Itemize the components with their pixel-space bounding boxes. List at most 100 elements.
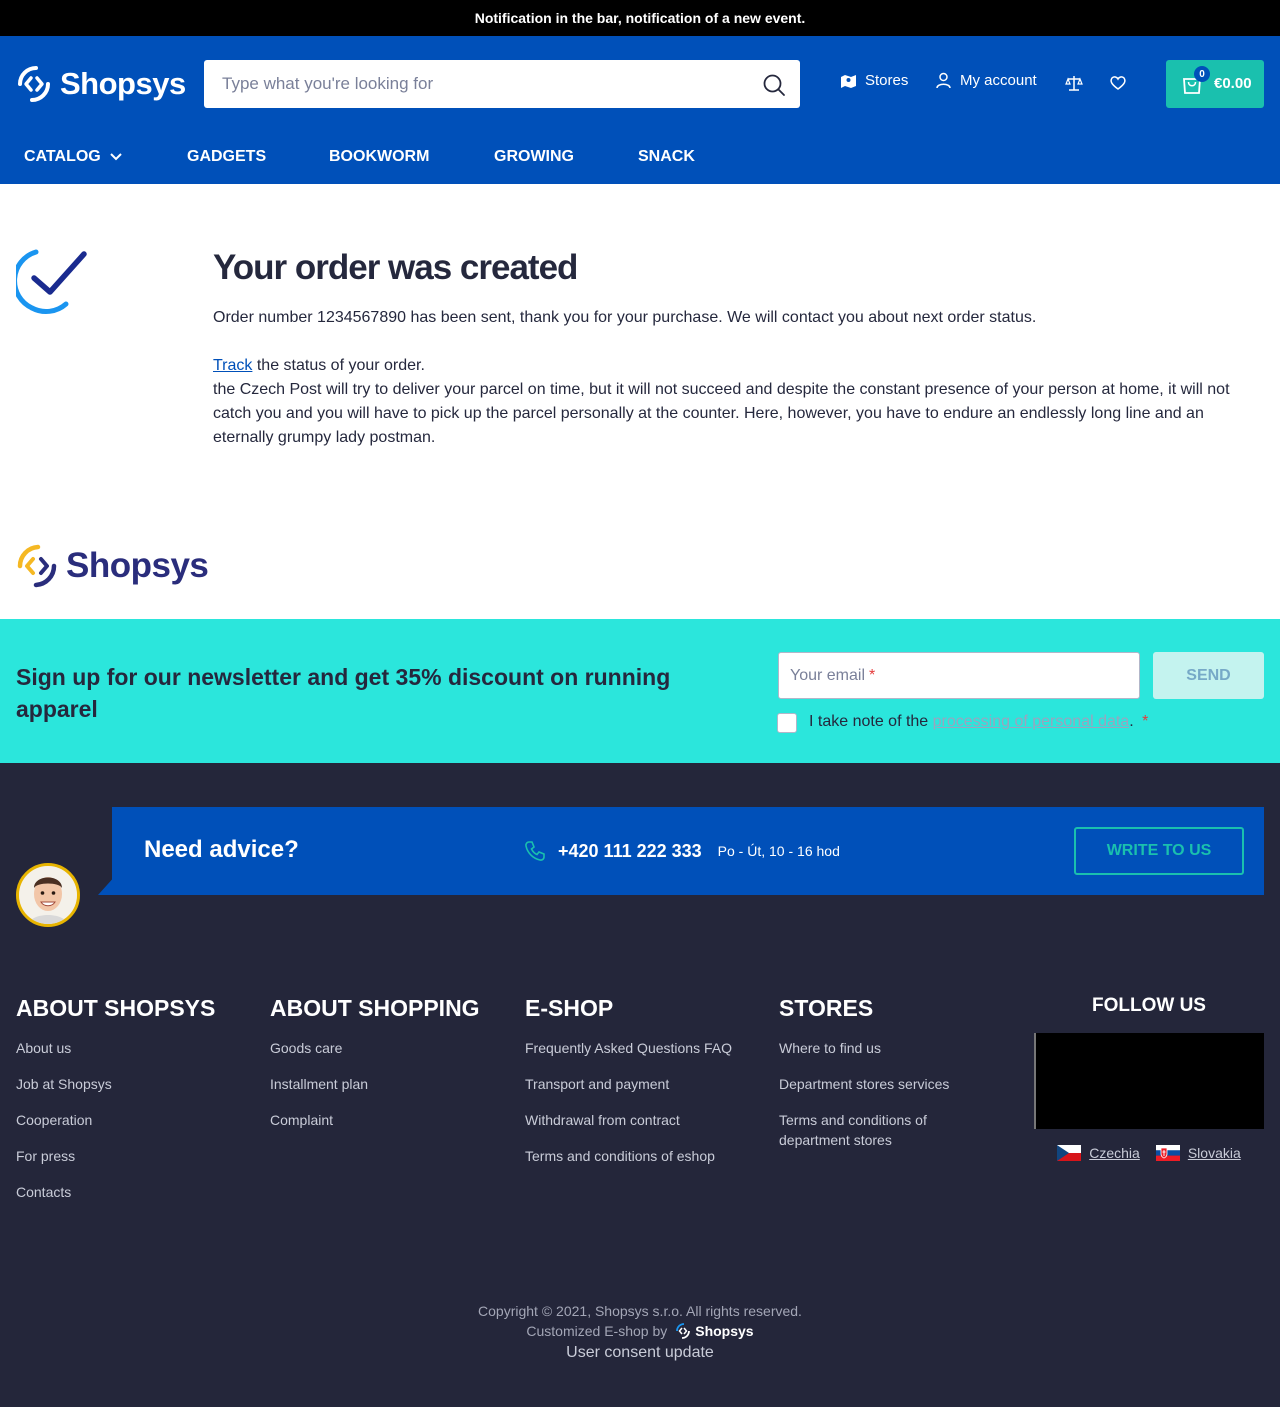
newsletter-email-field[interactable]: Your email *	[778, 652, 1140, 699]
phone-icon	[525, 841, 545, 861]
country-switcher: Czechia Slovakia	[1034, 1145, 1264, 1161]
chevron-down-icon	[110, 153, 122, 161]
social-embed[interactable]	[1034, 1033, 1264, 1129]
consent-prefix: I take note of the	[809, 713, 933, 730]
advice-hours: Po - Út, 10 - 16 hod	[717, 843, 840, 859]
footer-link-transport[interactable]: Transport and payment	[525, 1074, 732, 1094]
footer-brand-logo: Shopsys	[16, 544, 209, 588]
notification-bar: Notification in the bar, notification of…	[0, 0, 1280, 36]
order-title: Your order was created	[213, 248, 578, 287]
footer: Need advice? +420 111 222 333 Po - Út, 1…	[0, 763, 1280, 1407]
search-box	[204, 60, 800, 108]
heart-icon[interactable]	[1109, 74, 1127, 92]
footer-link-cooperation[interactable]: Cooperation	[16, 1110, 215, 1130]
footer-column-stores: STORES Where to find us Department store…	[779, 995, 989, 1166]
footer-link-job[interactable]: Job at Shopsys	[16, 1074, 215, 1094]
newsletter-title: Sign up for our newsletter and get 35% d…	[16, 664, 671, 722]
cart-button[interactable]: 0 €0.00	[1166, 60, 1264, 108]
nav-label-growing: GROWING	[494, 148, 574, 165]
track-link[interactable]: Track	[213, 357, 252, 374]
order-number-text: Order number 1234567890 has been sent, t…	[213, 309, 1037, 326]
consent-label: I take note of the processing of persona…	[809, 713, 1148, 731]
search-icon[interactable]	[762, 73, 786, 97]
nav-item-catalog[interactable]: CATALOG	[24, 148, 123, 166]
advice-title: Need advice?	[144, 836, 299, 863]
user-icon	[936, 72, 951, 89]
compare-icon[interactable]	[1065, 74, 1083, 92]
consent-required-mark: *	[1142, 713, 1149, 730]
brand-logo-icon	[17, 544, 57, 588]
follow-us-title: FOLLOW US	[1092, 995, 1206, 1016]
column-links: Frequently Asked Questions FAQ Transport…	[525, 1038, 732, 1166]
nav-item-growing[interactable]: GROWING	[494, 148, 574, 166]
footer-column-about-shopsys: ABOUT SHOPSYS About us Job at Shopsys Co…	[16, 995, 215, 1218]
track-paragraph: Track the status of your order.	[213, 354, 1265, 378]
consent-checkbox[interactable]	[777, 713, 797, 733]
column-title: ABOUT SHOPSYS	[16, 995, 216, 1021]
shopsys-credit[interactable]: Shopsys	[675, 1321, 754, 1341]
brand-logo-text: Shopsys	[66, 546, 209, 585]
footer-link-store-services[interactable]: Department stores services	[779, 1074, 989, 1094]
nav-label-catalog: CATALOG	[24, 148, 101, 165]
advisor-face-icon	[19, 866, 77, 924]
column-title: ABOUT SHOPPING	[270, 995, 480, 1021]
footer-link-terms-stores[interactable]: Terms and conditions of department store…	[779, 1110, 989, 1150]
write-to-us-button[interactable]: WRITE TO US	[1074, 827, 1244, 875]
nav-label-gadgets: GADGETS	[187, 148, 267, 165]
email-placeholder: Your email	[790, 666, 866, 684]
nav-label-snack: SNACK	[638, 148, 695, 165]
footer-link-withdrawal[interactable]: Withdrawal from contract	[525, 1110, 732, 1130]
my-account-link[interactable]: My account	[935, 72, 1037, 89]
personal-data-link[interactable]: processing of personal data	[933, 713, 1130, 730]
search-input[interactable]	[204, 61, 744, 107]
my-account-label: My account	[960, 72, 1037, 89]
nav-item-snack[interactable]: SNACK	[638, 148, 695, 166]
footer-link-for-press[interactable]: For press	[16, 1146, 215, 1166]
logo[interactable]: Shopsys	[16, 64, 186, 104]
footer-link-goods-care[interactable]: Goods care	[270, 1038, 480, 1058]
cart-price: €0.00	[1214, 75, 1252, 92]
customized-text: Customized E-shop by	[526, 1323, 668, 1339]
footer-link-terms-eshop[interactable]: Terms and conditions of eshop	[525, 1146, 732, 1166]
newsletter-section: Sign up for our newsletter and get 35% d…	[0, 619, 1280, 763]
copyright-text: Copyright © 2021, Shopsys s.r.o. All rig…	[478, 1303, 802, 1319]
nav-item-bookworm[interactable]: BOOKWORM	[329, 148, 429, 166]
follow-us: FOLLOW US Czechia Slovakia	[1034, 995, 1264, 1161]
order-success-check-icon	[16, 249, 87, 315]
footer-link-faq[interactable]: Frequently Asked Questions FAQ	[525, 1038, 732, 1058]
nav-item-gadgets[interactable]: GADGETS	[187, 148, 266, 166]
footer-link-find-us[interactable]: Where to find us	[779, 1038, 989, 1058]
footer-link-complaint[interactable]: Complaint	[270, 1110, 480, 1130]
logo-icon	[18, 66, 50, 102]
column-title: E-SHOP	[525, 995, 614, 1021]
newsletter-send-button[interactable]: SEND	[1153, 652, 1264, 699]
logo-text: Shopsys	[60, 66, 186, 101]
country-label: Czechia	[1089, 1145, 1140, 1161]
user-consent-update-link[interactable]: User consent update	[0, 1343, 1280, 1363]
footer-link-contacts[interactable]: Contacts	[16, 1182, 215, 1202]
customized-by: Customized E-shop by Shopsys	[0, 1321, 1280, 1341]
order-message: Order number 1234567890 has been sent, t…	[213, 306, 1265, 450]
copyright-area: Copyright © 2021, Shopsys s.r.o. All rig…	[0, 1301, 1280, 1363]
advisor-avatar	[16, 863, 80, 927]
stores-link[interactable]: Stores	[840, 72, 908, 89]
map-icon	[841, 75, 856, 88]
advice-box: Need advice? +420 111 222 333 Po - Út, 1…	[112, 807, 1264, 895]
notification-text: Notification in the bar, notification of…	[474, 10, 806, 26]
track-rest-text: the status of your order.	[252, 357, 425, 374]
footer-column-eshop: E-SHOP Frequently Asked Questions FAQ Tr…	[525, 995, 732, 1182]
consent-suffix: .	[1129, 713, 1134, 730]
advice-phone-number[interactable]: +420 111 222 333	[558, 841, 702, 862]
country-czechia[interactable]: Czechia	[1057, 1145, 1140, 1161]
czech-flag-icon	[1057, 1145, 1082, 1161]
slovak-flag-icon	[1155, 1145, 1180, 1161]
shopsys-credit-text: Shopsys	[695, 1323, 754, 1339]
footer-link-about-us[interactable]: About us	[16, 1038, 215, 1058]
column-links: About us Job at Shopsys Cooperation For …	[16, 1038, 215, 1202]
nav-label-bookworm: BOOKWORM	[329, 148, 430, 165]
footer-link-installment[interactable]: Installment plan	[270, 1074, 480, 1094]
required-mark: *	[869, 666, 876, 684]
country-slovakia[interactable]: Slovakia	[1155, 1145, 1241, 1161]
column-links: Goods care Installment plan Complaint	[270, 1038, 480, 1130]
column-links: Where to find us Department stores servi…	[779, 1038, 989, 1150]
